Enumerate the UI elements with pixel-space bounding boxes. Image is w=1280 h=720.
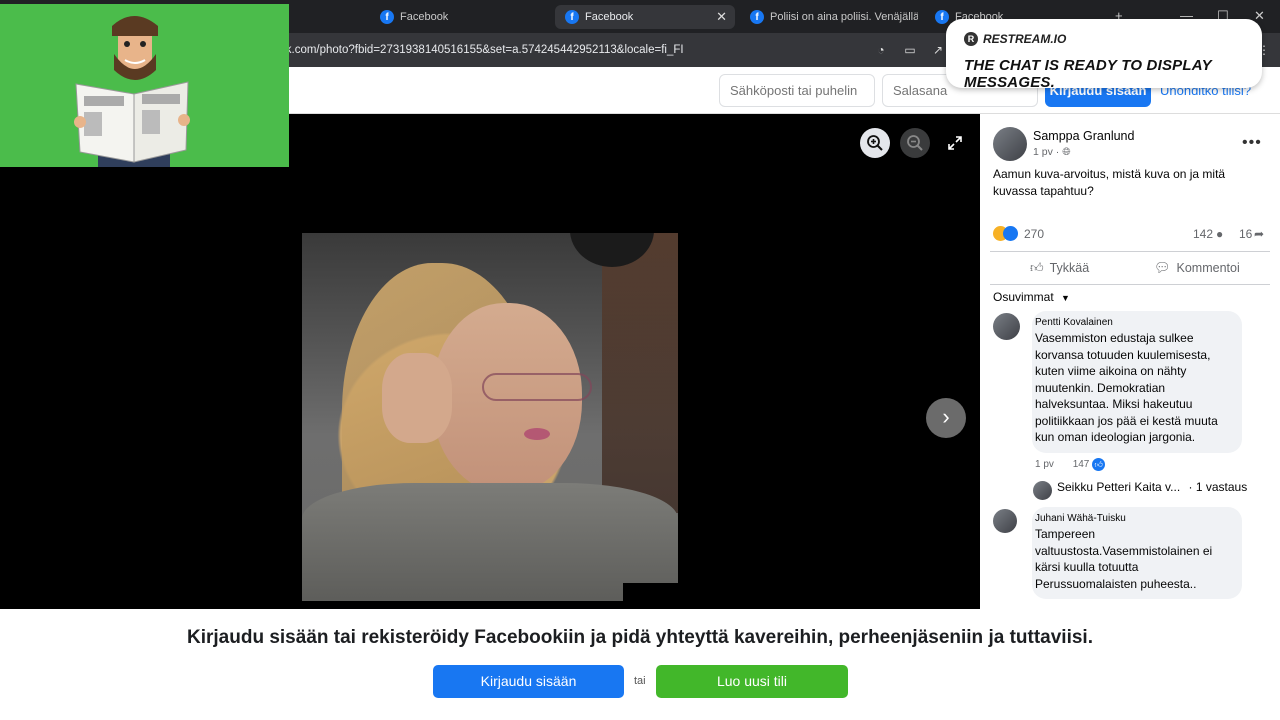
post-photo[interactable] <box>302 233 678 601</box>
comment-bubble: Pentti Kovalainen Vasemmiston edustaja s… <box>1032 311 1242 453</box>
photo-glasses <box>482 373 592 401</box>
cast-icon[interactable]: ▭ <box>902 42 918 58</box>
browser-tab[interactable]: f Facebook <box>370 5 548 29</box>
performance-icon[interactable]: ◔ <box>873 42 889 58</box>
tab-label: Poliisi on aina poliisi. Venäjällä h <box>770 11 918 23</box>
comment-like-count: 147 <box>1072 459 1090 471</box>
photo-corner <box>623 583 678 601</box>
post-author[interactable]: Samppa Granlund <box>1033 129 1134 143</box>
tab-label: Facebook <box>585 11 634 23</box>
share-count-icon: ➦ <box>1254 227 1265 241</box>
post-meta: 1 pv · 🌐︎ <box>1033 146 1071 159</box>
comment-count-icon: ● <box>1216 227 1224 241</box>
comment-label: Kommentoi <box>1176 261 1240 275</box>
restream-logo-icon: R <box>964 32 978 46</box>
like-reaction-icon <box>1003 226 1018 241</box>
comment-time[interactable]: 1 pv <box>1035 459 1054 470</box>
comment-meta: 1 pv 147 👍︎ <box>1035 458 1106 471</box>
streamer-avatar-overlay <box>0 4 289 167</box>
facebook-favicon-icon: f <box>935 10 949 24</box>
restream-brand-label: RESTREAM.IO <box>983 32 1067 46</box>
fullscreen-icon <box>948 136 962 150</box>
next-photo-button[interactable]: › <box>926 398 966 438</box>
share-count[interactable]: 16 <box>1239 227 1252 241</box>
photo-background <box>602 233 678 513</box>
photo-viewer: › <box>0 114 980 609</box>
sort-label: Osuvimmat <box>993 290 1054 304</box>
share-icon[interactable]: ↗ <box>930 42 946 58</box>
restream-chat-toast: R RESTREAM.IO THE CHAT IS READY TO DISPL… <box>946 19 1262 91</box>
reply-count: · 1 vastaus <box>1188 480 1248 494</box>
commenter-avatar[interactable] <box>993 313 1020 340</box>
thumbs-up-icon: 👍︎ <box>1030 260 1044 275</box>
comment-count[interactable]: 142 <box>1193 227 1213 241</box>
comment-sort-dropdown[interactable]: Osuvimmat ▼ <box>993 290 1070 304</box>
reaction-row: 270 142 ● 16 ➦ <box>993 226 1273 244</box>
zoom-in-icon <box>867 135 883 151</box>
facebook-favicon-icon: f <box>380 10 394 24</box>
zoom-out-icon <box>907 135 923 151</box>
cartoon-man-reading-newspaper-icon <box>74 16 190 167</box>
url-field[interactable]: ck.com/photo?fbid=2731938140516155&set=a… <box>280 39 900 61</box>
chevron-right-icon: › <box>942 404 950 429</box>
commenter-name[interactable]: Juhani Wähä-Tuisku <box>1035 513 1233 524</box>
more-options-icon[interactable]: ••• <box>1242 134 1262 152</box>
photo-hand <box>382 353 452 443</box>
or-label: tai <box>634 675 646 687</box>
email-field[interactable] <box>719 74 875 107</box>
tab-label: Facebook <box>400 11 449 23</box>
browser-tab-active[interactable]: f Facebook ✕ <box>555 5 735 29</box>
post-time: 1 pv · <box>1033 146 1060 158</box>
photo-lips <box>524 428 550 440</box>
reply-preview[interactable]: Seikku Petteri Kaita v... · 1 vastaus <box>1057 480 1247 494</box>
login-prompt-headline: Kirjaudu sisään tai rekisteröidy Faceboo… <box>187 627 1093 648</box>
reply-name: Seikku Petteri Kaita v... <box>1057 480 1181 494</box>
comment-text: Tampereen valtuustosta.Vasemmistolainen … <box>1035 527 1213 591</box>
post-panel: Samppa Granlund 1 pv · 🌐︎ ••• Aamun kuva… <box>980 114 1280 609</box>
like-label: Tykkää <box>1049 261 1090 275</box>
restream-brand: R RESTREAM.IO <box>964 32 1066 46</box>
commenter-name[interactable]: Pentti Kovalainen <box>1035 317 1233 328</box>
create-account-button[interactable]: Luo uusi tili <box>656 665 848 698</box>
comment-button[interactable]: 💬︎ Kommentoi <box>1154 260 1240 276</box>
facebook-favicon-icon: f <box>565 10 579 24</box>
login-prompt-bar: Kirjaudu sisään tai rekisteröidy Faceboo… <box>0 609 1280 720</box>
reply-avatar <box>1033 481 1052 500</box>
divider <box>990 251 1270 252</box>
divider <box>990 284 1270 285</box>
zoom-in-button[interactable] <box>860 128 890 158</box>
login-button[interactable]: Kirjaudu sisään <box>433 665 624 698</box>
like-button[interactable]: 👍︎ Tykkää <box>1030 260 1089 276</box>
photo-sweater <box>302 483 678 601</box>
comment-icon: 💬︎ <box>1154 260 1171 275</box>
chevron-down-icon: ▼ <box>1061 293 1070 303</box>
fullscreen-button[interactable] <box>940 128 970 158</box>
reaction-count[interactable]: 270 <box>1024 227 1044 241</box>
comment-text: Vasemmiston edustaja sulkee korvansa tot… <box>1035 331 1218 444</box>
commenter-avatar[interactable] <box>993 509 1017 533</box>
zoom-out-button[interactable] <box>900 128 930 158</box>
close-tab-icon[interactable]: ✕ <box>716 9 727 25</box>
facebook-favicon-icon: f <box>750 10 764 24</box>
post-text: Aamun kuva-arvoitus, mistä kuva on ja mi… <box>993 167 1226 198</box>
globe-icon: 🌐︎ <box>1062 146 1071 158</box>
restream-message: THE CHAT IS READY TO DISPLAY MESSAGES. <box>964 57 1212 91</box>
screen: f Facebook f Facebook ✕ f Poliisi on ain… <box>0 0 1280 720</box>
comment-bubble: Juhani Wähä-Tuisku Tampereen valtuustost… <box>1032 507 1242 599</box>
author-avatar[interactable] <box>993 127 1027 161</box>
browser-tab[interactable]: f Poliisi on aina poliisi. Venäjällä h <box>740 5 918 29</box>
like-badge-icon: 👍︎ <box>1092 458 1106 471</box>
